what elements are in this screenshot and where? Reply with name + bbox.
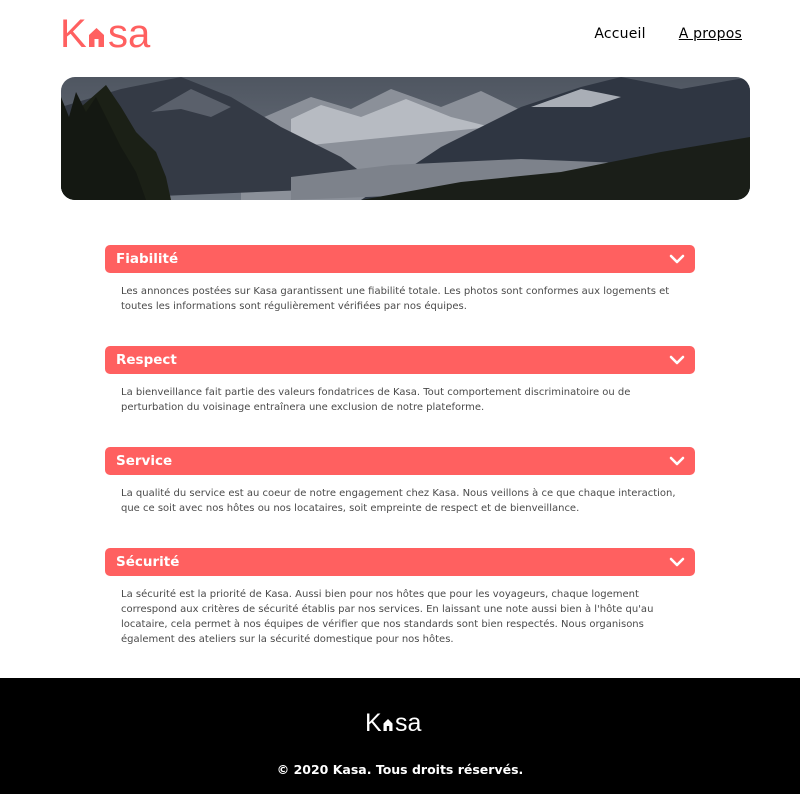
nav-link-accueil[interactable]: Accueil xyxy=(594,26,645,42)
chevron-down-icon[interactable] xyxy=(669,253,685,265)
collapse-text: La qualité du service est au coeur de no… xyxy=(121,488,676,514)
svg-text:K: K xyxy=(60,14,87,54)
collapse-text: La sécurité est la priorité de Kasa. Aus… xyxy=(121,589,654,645)
collapse-fiabilite: Fiabilité Les annonces postées sur Kasa … xyxy=(105,245,695,314)
collapse-header-service[interactable]: Service xyxy=(105,447,695,475)
collapse-text: La bienveillance fait partie des valeurs… xyxy=(121,387,631,413)
collapse-title: Sécurité xyxy=(116,554,180,570)
chevron-down-icon[interactable] xyxy=(669,455,685,467)
copyright-text: © 2020 Kasa. Tous droits réservés. xyxy=(276,762,524,777)
site-header: K sa Accueil A propos xyxy=(0,0,800,70)
collapse-service: Service La qualité du service est au coe… xyxy=(105,447,695,516)
collapse-header-fiabilite[interactable]: Fiabilité xyxy=(105,245,695,273)
kasa-logo[interactable]: K sa xyxy=(60,14,172,54)
kasa-logo[interactable]: K sa xyxy=(365,710,435,736)
nav-link-a-propos[interactable]: A propos xyxy=(679,26,742,42)
collapse-title: Respect xyxy=(116,352,177,368)
collapse-securite: Sécurité La sécurité est la priorité de … xyxy=(105,548,695,647)
svg-text:K: K xyxy=(365,710,382,736)
chevron-down-icon[interactable] xyxy=(669,354,685,366)
svg-text:sa: sa xyxy=(395,710,422,736)
chevron-down-icon[interactable] xyxy=(669,556,685,568)
banner-image xyxy=(61,77,750,200)
collapse-respect: Respect La bienveillance fait partie des… xyxy=(105,346,695,415)
collapse-title: Service xyxy=(116,453,173,469)
collapse-header-respect[interactable]: Respect xyxy=(105,346,695,374)
collapse-text: Les annonces postées sur Kasa garantisse… xyxy=(121,286,670,312)
site-footer: K sa © 2020 Kasa. Tous droits réservés. xyxy=(0,678,800,794)
svg-text:sa: sa xyxy=(108,14,151,54)
collapse-title: Fiabilité xyxy=(116,251,179,267)
collapse-header-securite[interactable]: Sécurité xyxy=(105,548,695,576)
main-nav: Accueil A propos xyxy=(594,26,742,42)
